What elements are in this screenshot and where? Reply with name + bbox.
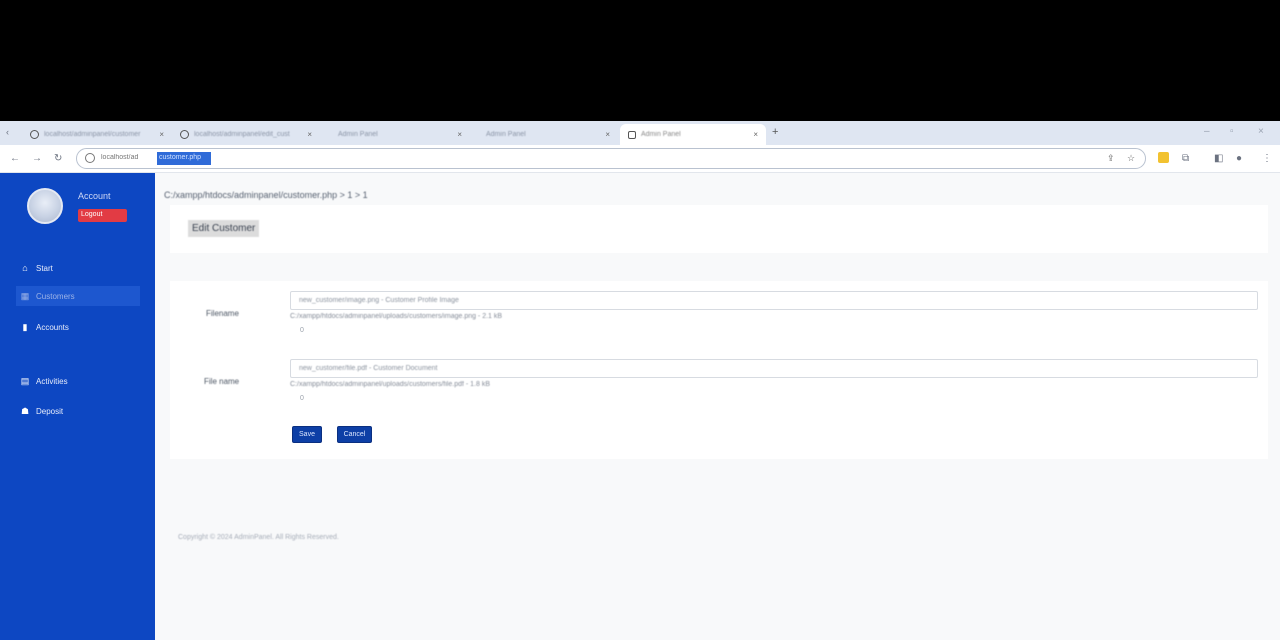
tab-4[interactable]: Admin Panel × [478, 124, 618, 145]
page-title: Edit Customer [188, 220, 260, 237]
menu-icon[interactable]: ⋮ [1262, 153, 1272, 164]
bag-icon: ▮ [22, 321, 28, 332]
site-info-icon[interactable] [85, 153, 95, 163]
tab-3-label: Admin Panel [338, 131, 378, 138]
sidebar-item-label: Activities [36, 376, 68, 386]
video-letterbox-top [0, 0, 1280, 121]
breadcrumb: C:/xampp/htdocs/adminpanel/customer.php … [164, 190, 368, 200]
browser-toolbar: ← → ↻ localhost/ad customer.php ⇪ ☆ ⧉ ◧ … [0, 145, 1280, 173]
sidebar-item-activities[interactable]: ▤ Activities [20, 371, 68, 391]
sidebar-item-label: Customers [36, 291, 75, 301]
close-icon[interactable]: × [457, 130, 462, 139]
share-icon[interactable]: ⇪ [1107, 153, 1115, 164]
maximize-icon[interactable]: ▫ [1230, 126, 1234, 137]
grid-icon: ▦ [20, 290, 30, 301]
sidebar-item-label: Deposit [36, 406, 64, 416]
file-path-text: C:/xampp/htdocs/adminpanel/uploads/custo… [290, 381, 490, 388]
field-label-file-name: File name [204, 377, 240, 386]
sidebar-item-label: Accounts [36, 322, 69, 332]
user-name: Account [78, 191, 111, 201]
tab-2[interactable]: localhost/adminpanel/edit_cust × [172, 124, 320, 145]
home-icon: ⌂ [22, 263, 28, 273]
file-count: 0 [300, 395, 304, 402]
file-count: 0 [300, 327, 304, 334]
file-path-text: C:/xampp/htdocs/adminpanel/uploads/custo… [290, 313, 503, 320]
puzzle-icon[interactable]: ⧉ [1182, 153, 1189, 164]
tab-strip: ‹ localhost/adminpanel/customer × localh… [0, 121, 1280, 145]
close-window-icon[interactable]: × [1258, 126, 1264, 137]
reload-icon[interactable]: ↻ [54, 153, 62, 164]
extension-icon[interactable] [1158, 152, 1169, 163]
cancel-label: Cancel [343, 431, 366, 438]
file-path-info: C:/xampp/htdocs/adminpanel/uploads/custo… [290, 313, 502, 320]
avatar[interactable] [27, 188, 63, 224]
page-favicon-icon [628, 130, 636, 139]
bookmark-star-icon[interactable]: ☆ [1127, 153, 1135, 164]
input-value: new_customer/image.png - Customer Profil… [299, 297, 459, 304]
close-icon[interactable]: × [159, 130, 164, 139]
profile-icon[interactable]: ● [1236, 153, 1242, 164]
sidepanel-icon[interactable]: ◧ [1214, 153, 1223, 164]
tab-1[interactable]: localhost/adminpanel/customer × [22, 124, 172, 145]
close-icon[interactable]: × [307, 130, 312, 139]
sidebar: Account Logout ⌂ Start ▦ Customers ▮ Acc… [0, 173, 155, 640]
logout-label: Logout [81, 211, 103, 218]
browser-window: ‹ localhost/adminpanel/customer × localh… [0, 121, 1280, 640]
user-icon: ☗ [20, 405, 30, 416]
input-value: new_customer/file.pdf - Customer Documen… [299, 365, 438, 372]
minimize-icon[interactable]: – [1204, 126, 1210, 137]
github-icon [180, 130, 189, 139]
new-tab-button[interactable]: + [772, 126, 778, 138]
close-icon[interactable]: × [605, 130, 610, 139]
sidebar-item-accounts[interactable]: ▮ Accounts [20, 317, 69, 337]
tab-5-active[interactable]: Admin Panel × [620, 124, 766, 145]
logout-button[interactable]: Logout [78, 209, 127, 222]
tab-4-label: Admin Panel [486, 131, 526, 138]
back-icon[interactable]: ← [10, 153, 20, 164]
tab-5-label: Admin Panel [641, 131, 681, 138]
sidebar-item-customers[interactable]: ▦ Customers [16, 286, 140, 306]
cancel-button[interactable]: Cancel [337, 426, 372, 443]
save-label: Save [299, 431, 315, 438]
footer-copyright: Copyright © 2024 AdminPanel. All Rights … [178, 534, 339, 541]
close-icon[interactable]: × [753, 130, 758, 139]
field-label-filename: Filename [206, 309, 239, 318]
tab-2-label: localhost/adminpanel/edit_cust [194, 131, 290, 138]
file-path-info: C:/xampp/htdocs/adminpanel/uploads/custo… [290, 381, 490, 388]
url-selected-text: customer.php [157, 152, 211, 165]
sidebar-item-deposit[interactable]: ☗ Deposit [20, 401, 63, 421]
tab-3[interactable]: Admin Panel × [330, 124, 470, 145]
tab-search-icon[interactable]: ‹ [6, 127, 9, 137]
breadcrumb-path: C:/xampp/htdocs/adminpanel/customer.php [164, 190, 340, 200]
main-content: C:/xampp/htdocs/adminpanel/customer.php … [158, 173, 1280, 640]
sidebar-item-label: Start [36, 263, 53, 273]
list-icon: ▤ [20, 375, 30, 386]
forward-icon[interactable]: → [32, 153, 42, 164]
url-text: localhost/ad [101, 154, 139, 161]
edit-form: Filename new_customer/image.png - Custom… [170, 281, 1268, 459]
github-icon [30, 130, 39, 139]
file-name-input[interactable]: new_customer/file.pdf - Customer Documen… [290, 359, 1258, 378]
web-page: Account Logout ⌂ Start ▦ Customers ▮ Acc… [0, 173, 1280, 640]
address-bar[interactable]: localhost/ad customer.php ⇪ ☆ [76, 148, 1146, 169]
filename-input[interactable]: new_customer/image.png - Customer Profil… [290, 291, 1258, 310]
sidebar-item-start[interactable]: ⌂ Start [20, 258, 53, 278]
save-button[interactable]: Save [292, 426, 322, 443]
page-header: Edit Customer [170, 205, 1268, 253]
breadcrumb-suffix: > 1 > 1 [339, 190, 368, 200]
tab-1-label: localhost/adminpanel/customer [44, 131, 141, 138]
